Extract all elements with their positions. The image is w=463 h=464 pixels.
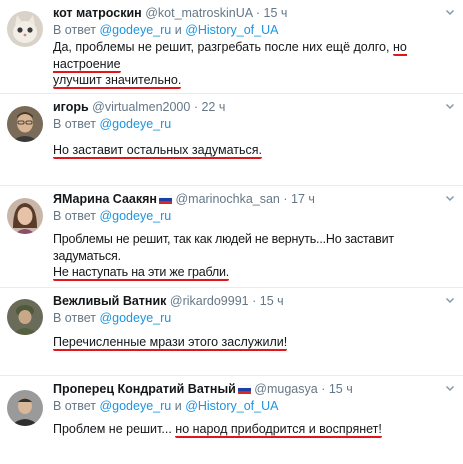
author-handle[interactable]: @virtualmen2000 bbox=[92, 100, 190, 114]
author-name[interactable]: Вежливый Ватник bbox=[53, 294, 166, 308]
reply-context: В ответ @godeye_ru и @History_of_UA bbox=[53, 22, 278, 38]
reply-mention-link[interactable]: @godeye_ru bbox=[99, 399, 171, 413]
russia-flag-icon bbox=[237, 385, 251, 394]
russia-flag-icon bbox=[158, 195, 172, 204]
author-name[interactable]: ЯМарина Саакян bbox=[53, 192, 157, 206]
tweet-5[interactable]: Проперец Кондратий Ватный @mugasya · 15 … bbox=[0, 376, 463, 464]
tweet-text-underlined: улучшит значительно. bbox=[53, 73, 182, 89]
reply-mention-link[interactable]: @History_of_UA bbox=[185, 399, 278, 413]
man-avatar-icon bbox=[7, 106, 43, 142]
reply-prefix: В ответ bbox=[53, 23, 96, 37]
reply-mention-link[interactable]: @godeye_ru bbox=[99, 117, 171, 131]
tweet-text-underlined: Не наступать на эти же грабли. bbox=[53, 265, 230, 281]
avatar[interactable] bbox=[7, 198, 43, 234]
timestamp[interactable]: 15 ч bbox=[264, 6, 288, 20]
tweet-text-plain: Проблемы не решит, так как людей не верн… bbox=[53, 232, 394, 263]
chevron-down-icon[interactable] bbox=[445, 383, 455, 393]
chevron-down-icon[interactable] bbox=[445, 7, 455, 17]
timestamp[interactable]: 15 ч bbox=[329, 382, 353, 396]
timestamp[interactable]: 22 ч bbox=[201, 100, 225, 114]
tweet-1[interactable]: кот матроскин @kot_matroskinUA · 15 ч В … bbox=[0, 0, 463, 94]
separator-dot: · bbox=[321, 382, 326, 396]
tweet-text-underlined: Но заставит остальных задуматься. bbox=[53, 143, 262, 159]
tweet-text: Но заставит остальных задуматься. bbox=[53, 142, 455, 159]
reply-prefix: В ответ bbox=[53, 399, 96, 413]
tweet-text-plain: Да, проблемы не решит, разгребать после … bbox=[53, 40, 390, 54]
reply-mention-link[interactable]: @godeye_ru bbox=[99, 311, 171, 325]
author-handle[interactable]: @mugasya bbox=[254, 382, 317, 396]
separator-dot: · bbox=[283, 192, 288, 206]
tweet-text: Проблем не решит... но народ прибодрится… bbox=[53, 421, 455, 438]
reply-prefix: В ответ bbox=[53, 311, 96, 325]
separator-dot: · bbox=[193, 100, 198, 114]
timestamp[interactable]: 15 ч bbox=[260, 294, 284, 308]
reply-prefix: В ответ bbox=[53, 117, 96, 131]
reply-and: и bbox=[174, 23, 182, 37]
author-handle[interactable]: @rikardo9991 bbox=[170, 294, 249, 308]
tweet-text: Да, проблемы не решит, разгребать после … bbox=[53, 39, 455, 89]
author-handle[interactable]: @kot_matroskinUA bbox=[145, 6, 252, 20]
reply-mention-link[interactable]: @History_of_UA bbox=[185, 23, 278, 37]
tweet-2[interactable]: игорь @virtualmen2000 · 22 ч В ответ @go… bbox=[0, 94, 463, 186]
avatar[interactable] bbox=[7, 390, 43, 426]
chevron-down-icon[interactable] bbox=[445, 295, 455, 305]
chevron-down-icon[interactable] bbox=[445, 193, 455, 203]
soldier-avatar-icon bbox=[7, 299, 43, 335]
reply-mention-link[interactable]: @godeye_ru bbox=[99, 209, 171, 223]
author-name[interactable]: игорь bbox=[53, 100, 89, 114]
avatar[interactable] bbox=[7, 11, 43, 47]
reply-and: и bbox=[174, 399, 182, 413]
tweet-text-underlined: Перечисленные мрази этого заслужили! bbox=[53, 335, 288, 351]
chevron-down-icon[interactable] bbox=[445, 101, 455, 111]
reply-context: В ответ @godeye_ru и @History_of_UA bbox=[53, 398, 278, 414]
tweet-3[interactable]: ЯМарина Саакян @marinochka_san · 17 ч В … bbox=[0, 186, 463, 288]
timestamp[interactable]: 17 ч bbox=[291, 192, 315, 206]
reply-mention-link[interactable]: @godeye_ru bbox=[99, 23, 171, 37]
author-handle[interactable]: @marinochka_san bbox=[175, 192, 279, 206]
reply-context: В ответ @godeye_ru bbox=[53, 116, 171, 132]
man-avatar-icon bbox=[7, 390, 43, 426]
reply-prefix: В ответ bbox=[53, 209, 96, 223]
tweet-4[interactable]: Вежливый Ватник @rikardo9991 · 15 ч В от… bbox=[0, 288, 463, 376]
tweet-text-underlined: но народ прибодрится и воспрянет! bbox=[175, 422, 382, 438]
avatar[interactable] bbox=[7, 299, 43, 335]
reply-context: В ответ @godeye_ru bbox=[53, 310, 171, 326]
author-name[interactable]: кот матроскин bbox=[53, 6, 142, 20]
woman-avatar-icon bbox=[7, 198, 43, 234]
author-name[interactable]: Проперец Кондратий Ватный bbox=[53, 382, 236, 396]
separator-dot: · bbox=[252, 294, 257, 308]
tweet-text: Проблемы не решит, так как людей не верн… bbox=[53, 231, 459, 281]
cat-avatar-icon bbox=[7, 11, 43, 47]
separator-dot: · bbox=[255, 6, 261, 20]
tweet-text-plain: Проблем не решит... bbox=[53, 422, 172, 436]
avatar[interactable] bbox=[7, 106, 43, 142]
reply-context: В ответ @godeye_ru bbox=[53, 208, 171, 224]
tweet-text: Перечисленные мрази этого заслужили! bbox=[53, 334, 455, 351]
